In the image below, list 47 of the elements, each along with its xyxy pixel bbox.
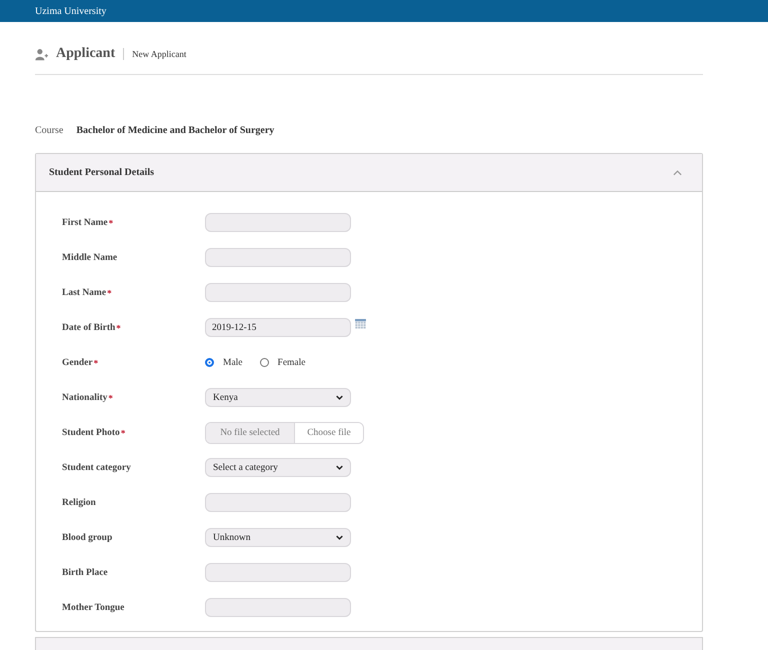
input-field[interactable]	[205, 598, 351, 617]
course-label: Course	[35, 124, 64, 136]
field-label: Nationality	[62, 392, 108, 402]
input-field[interactable]	[205, 563, 351, 582]
radio-label[interactable]: Male	[223, 358, 243, 368]
page-subtitle: New Applicant	[132, 49, 186, 59]
required-mark: *	[107, 288, 112, 298]
field-label: Gender	[62, 358, 93, 368]
file-status: No file selected	[206, 422, 295, 442]
calendar-icon[interactable]	[355, 318, 366, 328]
input-field[interactable]	[205, 213, 351, 232]
caret-icon	[336, 395, 343, 400]
field-label: Date of Birth	[62, 322, 116, 332]
field-label: First Name	[62, 218, 108, 228]
select-dropdown[interactable]: Unknown	[205, 528, 351, 547]
date-field[interactable]: 2019-12-15	[205, 318, 351, 337]
radio-button[interactable]	[260, 358, 269, 367]
brand-title[interactable]: Uzima University	[35, 6, 106, 16]
caret-icon	[336, 535, 343, 540]
input-field[interactable]	[205, 248, 351, 267]
radio-label[interactable]: Female	[278, 358, 306, 368]
panel-title: Student Personal Details	[49, 167, 154, 178]
caret-icon	[336, 465, 343, 470]
select-dropdown[interactable]: Select a category	[205, 458, 351, 477]
field-label: Last Name	[62, 288, 106, 298]
required-mark: *	[108, 392, 113, 402]
add-user-icon	[35, 48, 48, 60]
select-dropdown[interactable]: Kenya	[205, 388, 351, 407]
field-label: Student category	[62, 462, 131, 472]
field-label: Middle Name	[62, 252, 118, 262]
required-mark: *	[108, 218, 114, 228]
file-field[interactable]: No file selected Choose file	[205, 422, 364, 444]
field-label: Religion	[62, 498, 96, 508]
required-mark: *	[120, 428, 126, 438]
input-field[interactable]	[205, 493, 351, 512]
radio-button[interactable]	[205, 358, 214, 367]
field-label: Blood group	[62, 532, 112, 542]
panel-header[interactable]: Student Personal Details	[36, 154, 702, 192]
field-label: Mother Tongue	[62, 602, 124, 612]
required-mark: *	[116, 322, 121, 332]
field-label: Student Photo	[62, 428, 120, 438]
course-value: Bachelor of Medicine and Bachelor of Surgery	[76, 124, 274, 136]
field-label: Birth Place	[62, 568, 108, 578]
page-title: Applicant	[56, 46, 116, 62]
required-mark: *	[94, 358, 98, 368]
input-field[interactable]	[205, 283, 351, 302]
chevron-up-icon[interactable]	[673, 170, 682, 176]
